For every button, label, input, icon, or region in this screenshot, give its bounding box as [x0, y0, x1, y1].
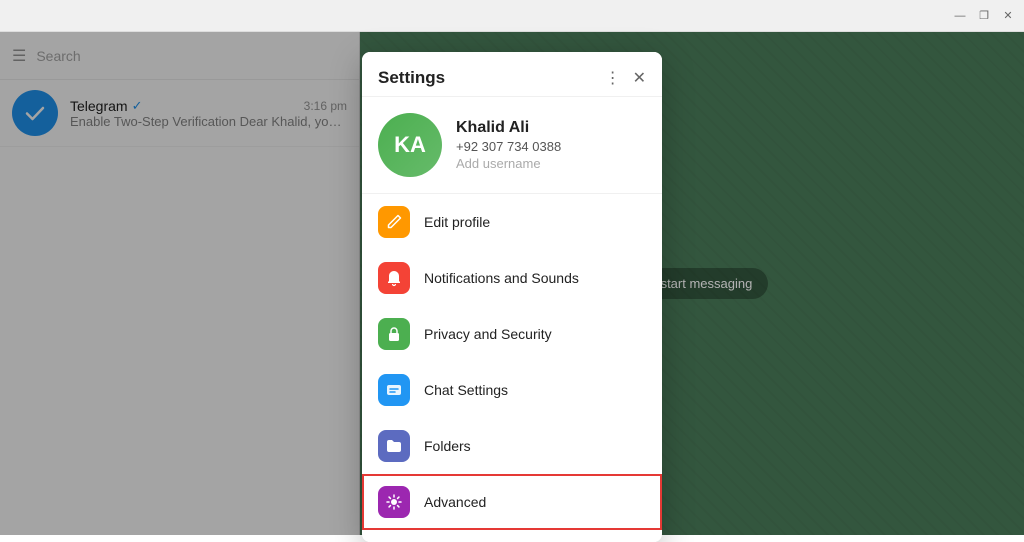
menu-item-advanced[interactable]: Advanced — [362, 474, 662, 530]
profile-info: Khalid Ali +92 307 734 0388 Add username — [456, 119, 561, 171]
restore-button[interactable]: ❐ — [976, 8, 992, 24]
notifications-icon — [378, 262, 410, 294]
edit-profile-icon — [378, 206, 410, 238]
menu-item-chat-settings[interactable]: Chat Settings — [362, 362, 662, 418]
menu-item-privacy[interactable]: Privacy and Security — [362, 306, 662, 362]
settings-title: Settings — [378, 68, 445, 88]
menu-item-call-settings[interactable]: Call Settings — [362, 530, 662, 542]
app-container: ☰ Search Telegram ✓ 3:16 pm Enable Two-S… — [0, 32, 1024, 535]
folders-label: Folders — [424, 438, 646, 454]
menu-section-main: Edit profile Notifications and Sounds Pr… — [362, 194, 662, 542]
edit-profile-label: Edit profile — [424, 214, 646, 230]
privacy-icon — [378, 318, 410, 350]
profile-name: Khalid Ali — [456, 119, 561, 137]
close-settings-icon[interactable]: ✕ — [633, 68, 646, 88]
modal-overlay: Settings ⋮ ✕ KA Khalid Ali +92 307 734 0… — [0, 32, 1024, 535]
advanced-label: Advanced — [424, 494, 646, 510]
advanced-icon — [378, 486, 410, 518]
profile-avatar: KA — [378, 113, 442, 177]
settings-header: Settings ⋮ ✕ — [362, 52, 662, 97]
settings-header-icons: ⋮ ✕ — [605, 68, 646, 88]
menu-item-folders[interactable]: Folders — [362, 418, 662, 474]
menu-item-notifications[interactable]: Notifications and Sounds — [362, 250, 662, 306]
notifications-label: Notifications and Sounds — [424, 270, 646, 286]
title-bar: — ❐ ✕ — [0, 0, 1024, 32]
settings-modal: Settings ⋮ ✕ KA Khalid Ali +92 307 734 0… — [362, 52, 662, 542]
profile-username[interactable]: Add username — [456, 156, 561, 171]
menu-item-edit-profile[interactable]: Edit profile — [362, 194, 662, 250]
profile-phone: +92 307 734 0388 — [456, 139, 561, 154]
more-options-icon[interactable]: ⋮ — [605, 68, 621, 88]
chat-settings-icon — [378, 374, 410, 406]
privacy-label: Privacy and Security — [424, 326, 646, 342]
profile-section[interactable]: KA Khalid Ali +92 307 734 0388 Add usern… — [362, 97, 662, 194]
minimize-button[interactable]: — — [952, 8, 968, 24]
close-button[interactable]: ✕ — [1000, 8, 1016, 24]
folders-icon — [378, 430, 410, 462]
chat-settings-label: Chat Settings — [424, 382, 646, 398]
